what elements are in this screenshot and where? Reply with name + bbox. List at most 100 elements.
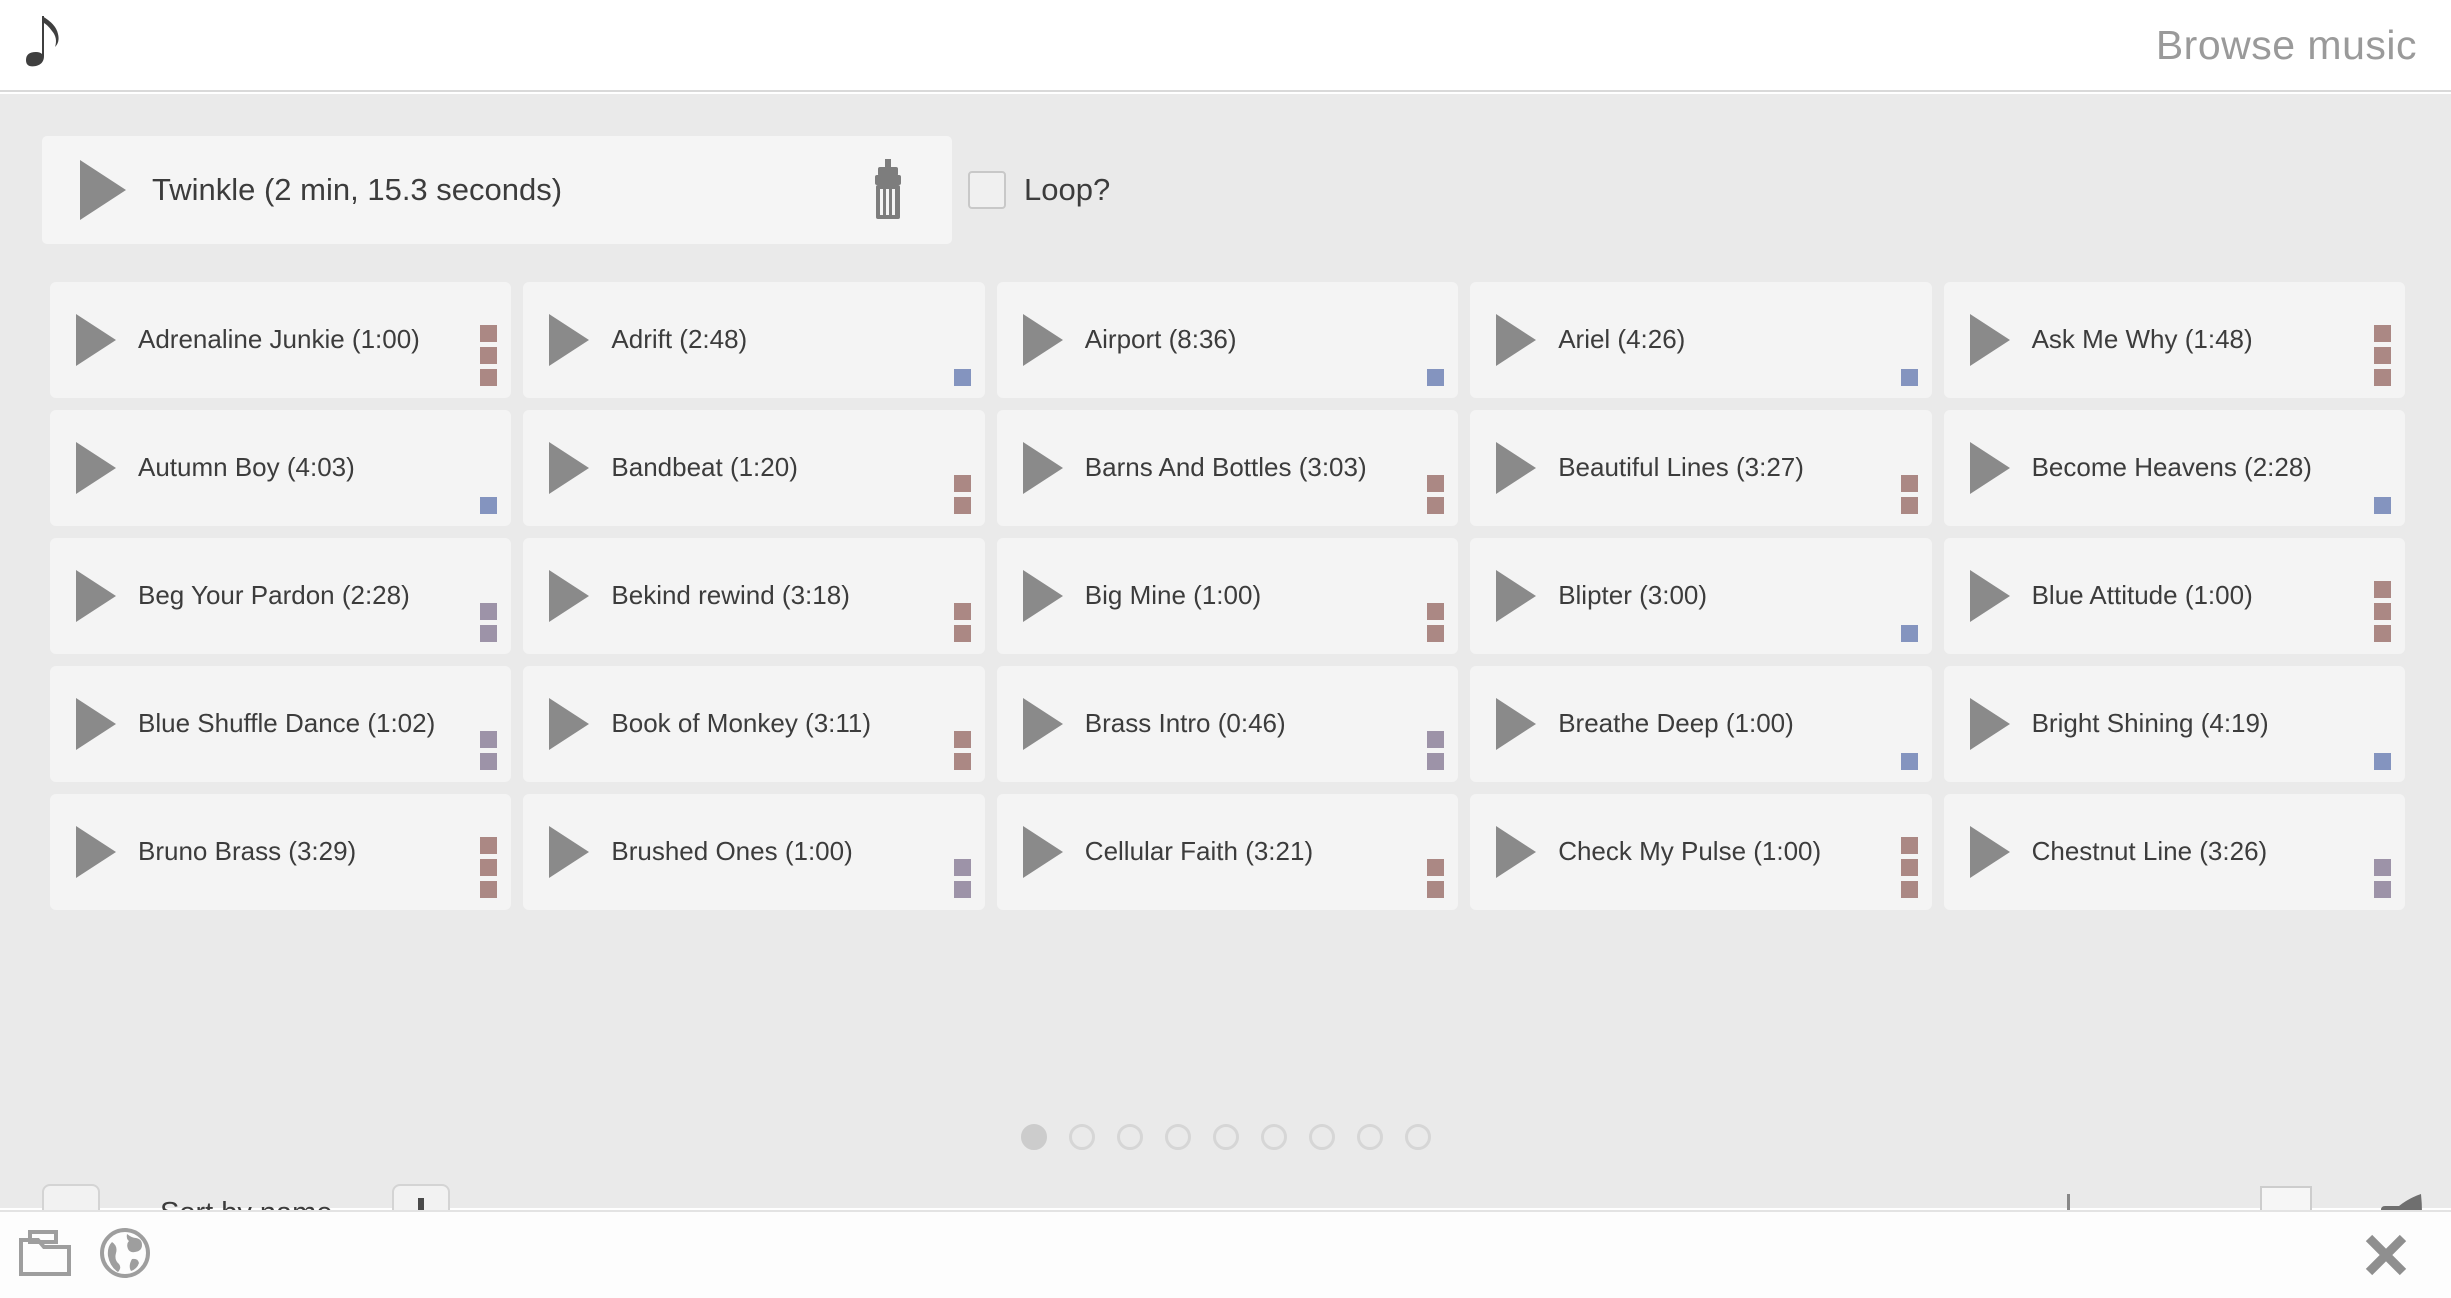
track-title: Cellular Faith (3:21) — [1084, 836, 1314, 867]
track-card[interactable]: Bandbeat (1:20) — [523, 410, 985, 526]
track-card[interactable]: Big Mine (1:00) — [996, 538, 1459, 654]
level-square — [1427, 369, 1445, 386]
track-card[interactable]: Brushed Ones (1:00) — [523, 794, 985, 910]
level-square — [953, 731, 971, 748]
level-square — [1900, 859, 1918, 876]
pagination-dot[interactable] — [1356, 1124, 1383, 1150]
track-card[interactable]: Autumn Boy (4:03) — [50, 410, 512, 526]
level-square — [480, 859, 498, 876]
track-card[interactable]: Become Heavens (2:28) — [1943, 410, 2405, 526]
level-square — [2373, 325, 2391, 342]
play-icon[interactable] — [1969, 314, 2010, 366]
pagination-dot[interactable] — [1116, 1124, 1143, 1150]
pagination-dot[interactable] — [1164, 1124, 1191, 1150]
track-title: Chestnut Line (3:26) — [2031, 836, 2268, 867]
play-icon[interactable] — [1022, 570, 1063, 622]
play-icon[interactable] — [76, 570, 116, 622]
play-icon[interactable] — [76, 698, 116, 750]
play-icon[interactable] — [549, 442, 590, 494]
play-icon[interactable] — [1496, 314, 1537, 366]
track-card[interactable]: Check My Pulse (1:00) — [1470, 794, 1932, 910]
track-title: Big Mine (1:00) — [1084, 580, 1262, 611]
track-card[interactable]: Beg Your Pardon (2:28) — [50, 538, 512, 654]
play-icon[interactable] — [1969, 698, 2010, 750]
track-title: Airport (8:36) — [1084, 324, 1237, 355]
level-square — [1427, 859, 1445, 876]
level-square — [1427, 753, 1445, 770]
track-card[interactable]: Airport (8:36) — [996, 282, 1459, 398]
track-level-indicator — [953, 603, 971, 642]
loop-label: Loop? — [1024, 172, 1111, 207]
track-level-indicator — [953, 369, 971, 386]
level-square — [953, 603, 971, 620]
pagination-dot[interactable] — [1020, 1124, 1047, 1150]
play-icon[interactable] — [1496, 826, 1537, 878]
track-card[interactable]: Blue Attitude (1:00) — [1943, 538, 2405, 654]
level-square — [953, 475, 971, 492]
level-square — [480, 497, 498, 514]
track-card[interactable]: Breathe Deep (1:00) — [1470, 666, 1932, 782]
play-icon[interactable] — [549, 314, 590, 366]
play-icon[interactable] — [549, 570, 590, 622]
pagination-dot[interactable] — [1212, 1124, 1239, 1150]
track-title: Blue Shuffle Dance (1:02) — [138, 708, 436, 739]
track-card[interactable]: Ariel (4:26) — [1470, 282, 1932, 398]
track-card[interactable]: Chestnut Line (3:26) — [1943, 794, 2405, 910]
level-square — [1427, 625, 1445, 642]
track-card[interactable]: Adrenaline Junkie (1:00) — [50, 282, 512, 398]
now-playing-card[interactable]: Twinkle (2 min, 15.3 seconds) — [42, 136, 952, 244]
level-square — [2373, 581, 2391, 598]
play-icon[interactable] — [1969, 570, 2010, 622]
track-card[interactable]: Bruno Brass (3:29) — [50, 794, 512, 910]
track-card[interactable]: Cellular Faith (3:21) — [996, 794, 1459, 910]
track-title: Beautiful Lines (3:27) — [1558, 452, 1804, 483]
pagination-dot[interactable] — [1308, 1124, 1335, 1150]
level-square — [2373, 603, 2391, 620]
play-icon[interactable] — [1496, 442, 1537, 494]
play-icon[interactable] — [1022, 442, 1063, 494]
pagination-dot[interactable] — [1404, 1124, 1431, 1150]
play-icon[interactable] — [1022, 698, 1063, 750]
trash-icon[interactable] — [866, 159, 910, 221]
play-icon[interactable] — [1969, 826, 2010, 878]
track-card[interactable]: Brass Intro (0:46) — [996, 666, 1459, 782]
pagination-dot[interactable] — [1260, 1124, 1287, 1150]
play-icon[interactable] — [1969, 442, 2010, 494]
track-card[interactable]: Beautiful Lines (3:27) — [1470, 410, 1932, 526]
play-icon[interactable] — [1022, 314, 1063, 366]
track-card[interactable]: Ask Me Why (1:48) — [1943, 282, 2405, 398]
loop-checkbox[interactable] — [968, 171, 1006, 209]
play-icon[interactable] — [76, 442, 116, 494]
track-level-indicator — [1427, 859, 1445, 898]
track-card[interactable]: Bright Shining (4:19) — [1943, 666, 2405, 782]
play-icon[interactable] — [1496, 698, 1537, 750]
play-icon[interactable] — [549, 826, 590, 878]
track-level-indicator — [2373, 325, 2391, 386]
play-icon[interactable] — [549, 698, 590, 750]
level-square — [2373, 625, 2391, 642]
level-square — [2373, 347, 2391, 364]
play-icon[interactable] — [76, 826, 116, 878]
pagination-dot[interactable] — [1068, 1124, 1095, 1150]
folder-icon[interactable] — [18, 1228, 72, 1283]
play-icon[interactable] — [1496, 570, 1537, 622]
track-card[interactable]: Book of Monkey (3:11) — [523, 666, 985, 782]
level-square — [1900, 369, 1918, 386]
play-icon[interactable] — [1022, 826, 1063, 878]
now-playing-title: Twinkle (2 min, 15.3 seconds) — [152, 172, 563, 207]
track-card[interactable]: Adrift (2:48) — [523, 282, 985, 398]
track-title: Brass Intro (0:46) — [1084, 708, 1286, 739]
track-card[interactable]: Blue Shuffle Dance (1:02) — [50, 666, 512, 782]
track-card[interactable]: Blipter (3:00) — [1470, 538, 1932, 654]
track-title: Check My Pulse (1:00) — [1558, 836, 1822, 867]
play-icon[interactable] — [80, 160, 126, 220]
track-title: Blipter (3:00) — [1558, 580, 1708, 611]
level-square — [953, 625, 971, 642]
track-card[interactable]: Barns And Bottles (3:03) — [996, 410, 1459, 526]
play-icon[interactable] — [76, 314, 116, 366]
globe-icon[interactable] — [98, 1226, 152, 1285]
close-icon[interactable] — [2363, 1232, 2409, 1278]
loop-control[interactable]: Loop? — [968, 136, 1110, 244]
track-card[interactable]: Bekind rewind (3:18) — [523, 538, 985, 654]
level-square — [1427, 881, 1445, 898]
